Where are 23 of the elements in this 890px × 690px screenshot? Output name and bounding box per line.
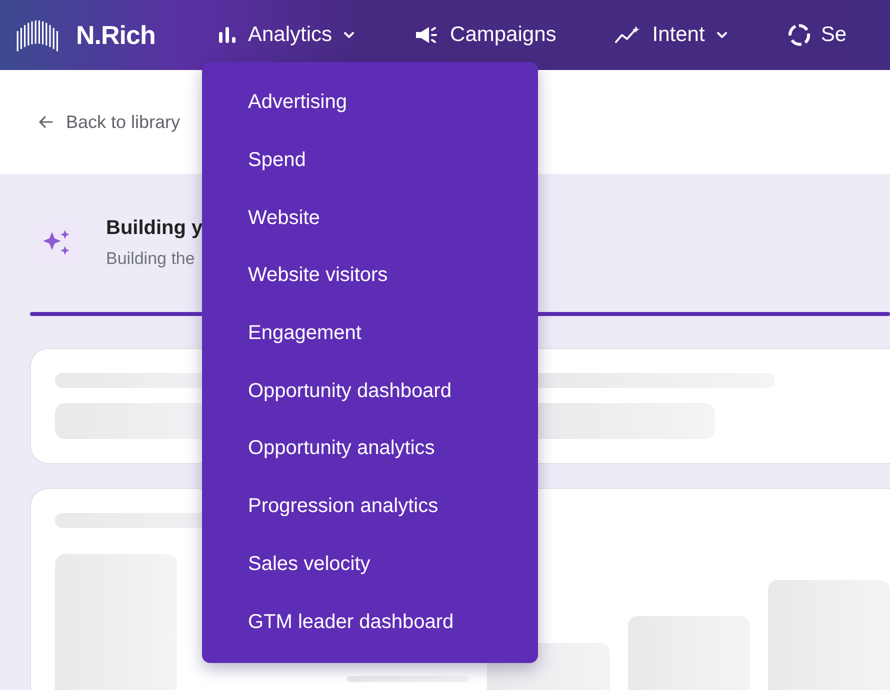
nav-item[interactable]: Se <box>786 23 846 47</box>
menu-item[interactable]: Opportunity analytics <box>202 420 538 478</box>
arrow-left-icon <box>38 115 54 129</box>
menu-item[interactable]: GTM leader dashboard <box>202 593 538 651</box>
menu-item[interactable]: Website <box>202 189 538 248</box>
brand-name[interactable]: N.Rich <box>76 20 156 50</box>
menu-item[interactable]: Spend <box>202 132 538 190</box>
nav-item[interactable]: Campaigns <box>414 23 556 47</box>
banner-title: Building y <box>106 217 203 240</box>
bar-chart-icon <box>216 24 238 46</box>
banner-subtitle: Building the <box>106 249 196 269</box>
caret-icon <box>342 30 356 40</box>
menu-item[interactable]: Opportunity dashboard <box>202 362 538 420</box>
circle-segments-icon <box>786 23 811 47</box>
menu-item[interactable]: Sales velocity <box>202 536 538 594</box>
back-to-library-link[interactable]: Back to library <box>38 112 180 132</box>
menu-item[interactable]: Engagement <box>202 304 538 362</box>
menu-item[interactable]: Website visitors <box>202 247 538 305</box>
caret-icon <box>714 30 729 40</box>
nav-item[interactable]: Intent <box>614 23 729 47</box>
menu-item[interactable]: Progression analytics <box>202 478 538 536</box>
nav-item[interactable]: Analytics <box>216 23 356 47</box>
menu-item[interactable]: Advertising <box>202 74 538 132</box>
